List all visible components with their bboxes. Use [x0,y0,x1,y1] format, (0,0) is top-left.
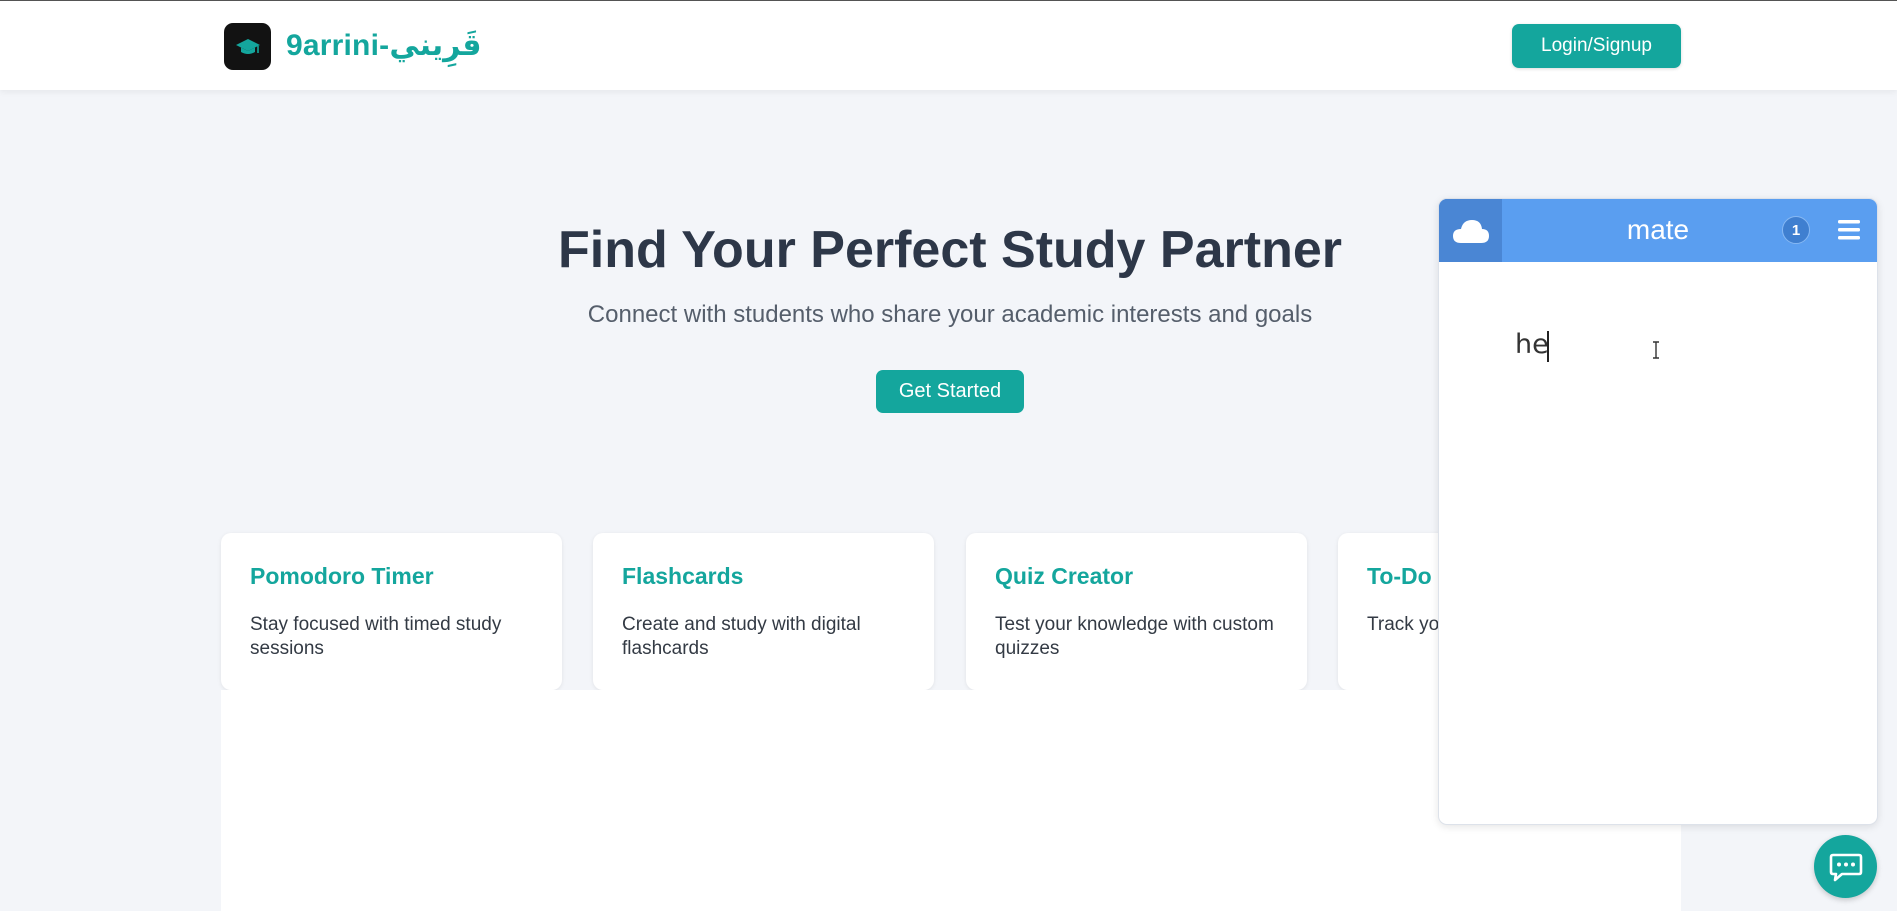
feature-card-pomodoro[interactable]: Pomodoro Timer Stay focused with timed s… [221,533,562,690]
feature-card-title: Flashcards [622,563,744,589]
mate-chat-widget: mate 1 he [1438,198,1878,825]
hamburger-menu-icon[interactable] [1835,217,1863,243]
notification-badge[interactable]: 1 [1782,216,1810,244]
site-header: 9arrini-قَرِيني Login/Signup [0,1,1897,90]
brand-name[interactable]: 9arrini-قَرِيني [286,28,481,63]
login-signup-button[interactable]: Login/Signup [1512,24,1681,68]
text-cursor [1547,331,1549,362]
feature-card-description: Create and study with digital flashcards [622,614,861,659]
graduation-cap-icon[interactable] [224,23,271,70]
feature-card-flashcards[interactable]: Flashcards Create and study with digital… [593,533,934,690]
widget-header: mate 1 [1439,199,1877,262]
feature-card-title: Pomodoro Timer [250,563,434,589]
feature-card-title: Quiz Creator [995,563,1134,589]
widget-title: mate [1626,214,1690,245]
feature-card-title: To-Do [1367,563,1432,589]
feature-card-description: Stay focused with timed study sessions [250,614,502,659]
feature-card-description: Test your knowledge with custom quizzes [995,614,1274,659]
message-input-text[interactable]: he [1515,329,1549,360]
get-started-button[interactable]: Get Started [876,370,1024,413]
chat-bubble-icon[interactable] [1814,835,1877,898]
ibeam-cursor-icon [1653,341,1659,359]
feature-card-quiz-creator[interactable]: Quiz Creator Test your knowledge with cu… [966,533,1307,690]
